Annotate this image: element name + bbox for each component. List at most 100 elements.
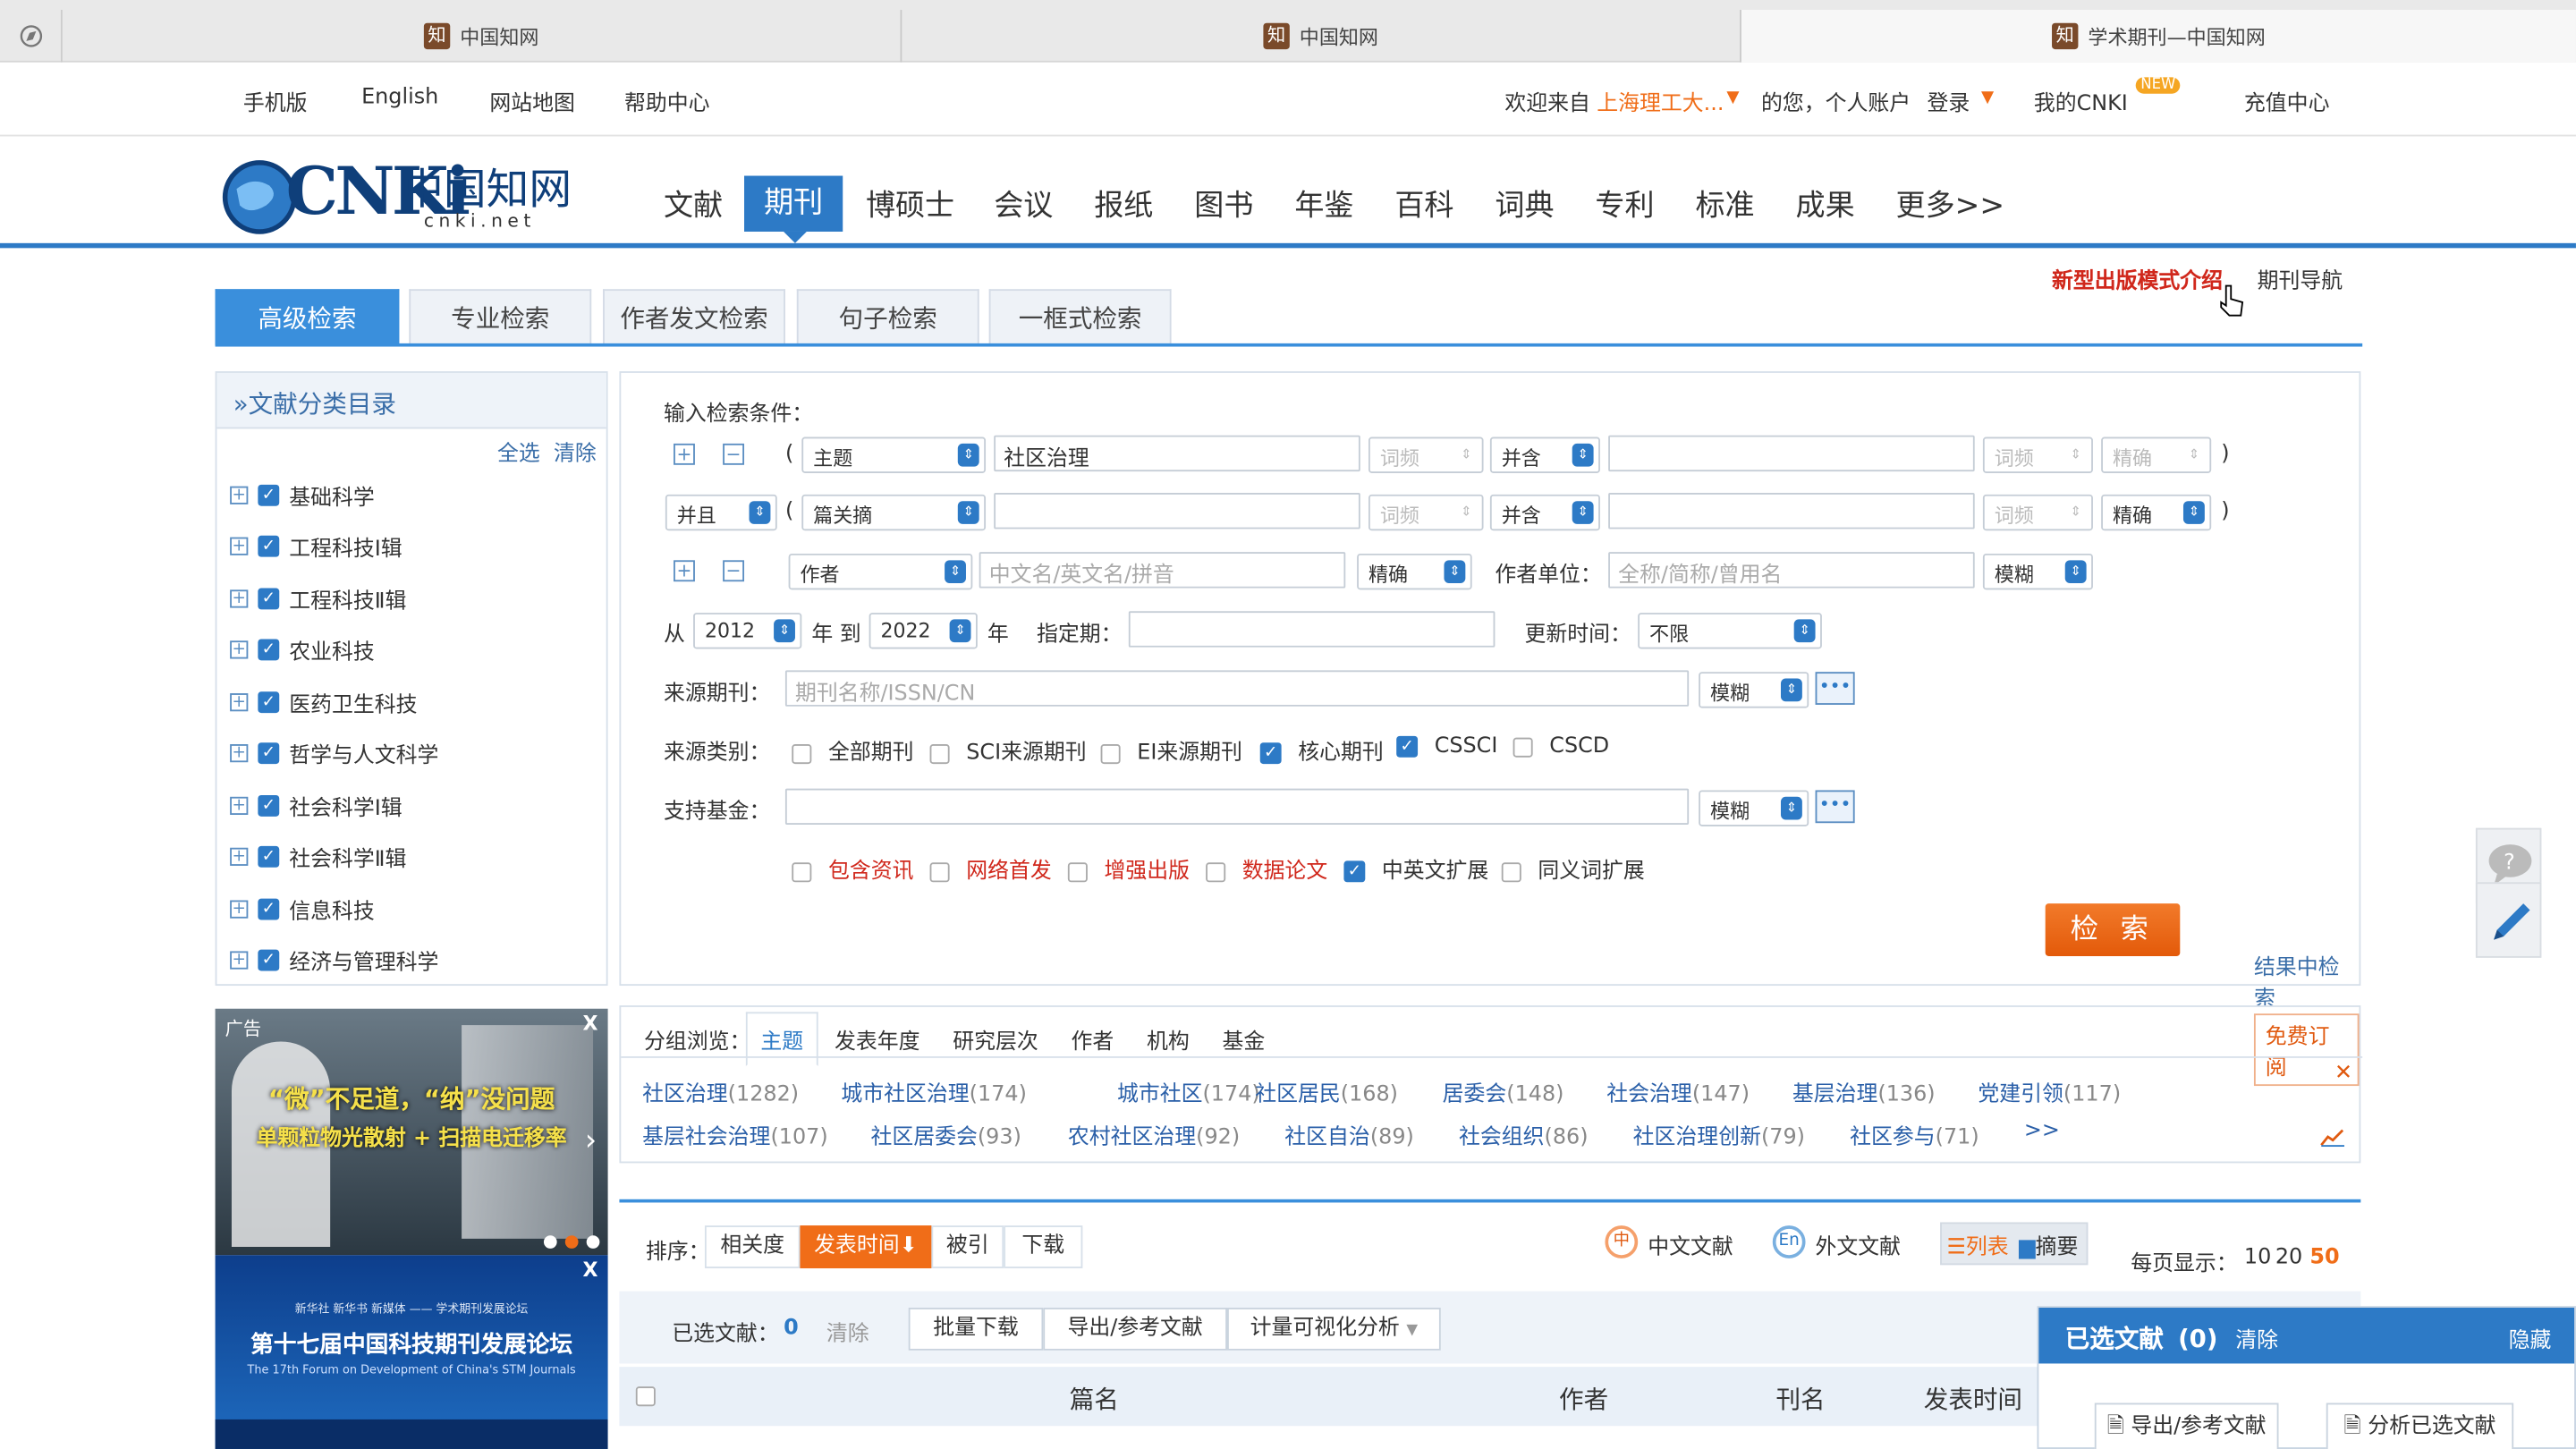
close-icon[interactable]: ✕ bbox=[2334, 1062, 2352, 1087]
select-all-checkbox[interactable] bbox=[635, 1386, 656, 1407]
checkbox-checked[interactable]: ✓ bbox=[258, 845, 280, 868]
keyword-input-3[interactable] bbox=[994, 493, 1360, 530]
freq-select[interactable]: 词频 ⇕ bbox=[1368, 436, 1484, 473]
op-select[interactable]: 并含 ⇕ bbox=[1489, 436, 1600, 473]
checkbox[interactable] bbox=[929, 743, 950, 764]
per-page-50[interactable]: 50 bbox=[2309, 1245, 2339, 1270]
selected-panel-hide[interactable]: 隐藏 bbox=[2509, 1323, 2552, 1354]
chinese-docs-link[interactable]: 中文文献 bbox=[1648, 1229, 1733, 1260]
freq-select[interactable]: 词频 ⇕ bbox=[1982, 436, 2093, 473]
recharge-link[interactable]: 充值中心 bbox=[2244, 86, 2330, 117]
nav-item[interactable]: 文献 bbox=[664, 182, 723, 225]
login-link[interactable]: 登录 bbox=[1927, 86, 1970, 117]
group-tab[interactable]: 机构 bbox=[1147, 1023, 1190, 1055]
group-tab[interactable]: 作者 bbox=[1072, 1023, 1114, 1055]
keyword-link[interactable]: 社会治理(147) bbox=[1606, 1076, 1750, 1107]
nav-item[interactable]: 成果 bbox=[1796, 182, 1855, 225]
export-button[interactable]: 导出/参考文献 bbox=[1043, 1308, 1228, 1351]
category-item[interactable]: + ✓ 工程科技Ⅱ辑 bbox=[230, 583, 406, 614]
link-help[interactable]: 帮助中心 bbox=[624, 86, 710, 117]
view-list-button[interactable]: ☰列表 bbox=[1946, 1229, 2008, 1260]
institution-link[interactable]: 上海理工大... bbox=[1597, 86, 1724, 117]
tab-sentence-search[interactable]: 句子检索 bbox=[796, 289, 979, 345]
keyword-link[interactable]: 社区参与(71) bbox=[1850, 1119, 1979, 1150]
nav-item-more[interactable]: 更多>> bbox=[1896, 182, 2005, 225]
cat-option-cssci[interactable]: ✓ CSSCI bbox=[1396, 734, 1497, 759]
chart-icon[interactable] bbox=[2319, 1125, 2345, 1148]
keyword-link[interactable]: 城市社区治理(174) bbox=[841, 1076, 1027, 1107]
group-tab[interactable]: 研究层次 bbox=[953, 1023, 1038, 1055]
keyword-link[interactable]: 社区治理创新(79) bbox=[1633, 1119, 1805, 1150]
clear-link[interactable]: 清除 bbox=[554, 442, 597, 467]
expand-icon[interactable]: + bbox=[230, 640, 249, 659]
freq-select[interactable]: 词频 ⇕ bbox=[1982, 494, 2093, 531]
column-date[interactable]: 发表时间 bbox=[1924, 1382, 2022, 1417]
more-keywords-link[interactable]: >> bbox=[2024, 1119, 2060, 1144]
category-item[interactable]: + ✓ 社会科学Ⅰ辑 bbox=[230, 790, 402, 821]
checkbox-checked[interactable]: ✓ bbox=[1259, 742, 1282, 765]
source-journal-input[interactable]: 期刊名称/ISSN/CN bbox=[784, 670, 1690, 707]
add-row-icon[interactable]: + bbox=[674, 443, 695, 465]
update-time-select[interactable]: 不限 ⇕ bbox=[1638, 613, 1822, 649]
chevron-right-icon[interactable]: › bbox=[585, 1123, 597, 1158]
nav-item[interactable]: 博硕士 bbox=[866, 182, 954, 225]
fixed-period-input[interactable] bbox=[1128, 611, 1496, 648]
visual-analysis-button[interactable]: 计量可视化分析 ▼ bbox=[1227, 1308, 1441, 1351]
checkbox-checked[interactable]: ✓ bbox=[1396, 735, 1419, 758]
checkbox[interactable] bbox=[1206, 861, 1226, 882]
extra-option[interactable]: 网络首发 bbox=[929, 852, 1052, 884]
checkbox-checked[interactable]: ✓ bbox=[258, 898, 280, 920]
journal-nav-link[interactable]: 期刊导航 bbox=[2258, 263, 2343, 294]
group-tab[interactable]: 基金 bbox=[1223, 1023, 1266, 1055]
checkbox-checked[interactable]: ✓ bbox=[258, 639, 280, 661]
author-match-select[interactable]: 精确 ⇕ bbox=[1357, 553, 1472, 590]
category-item[interactable]: + ✓ 经济与管理科学 bbox=[230, 945, 438, 976]
category-item[interactable]: + ✓ 医药卫生科技 bbox=[230, 687, 418, 718]
category-item[interactable]: + ✓ 农业科技 bbox=[230, 634, 375, 665]
extra-option[interactable]: ✓ 中英文扩展 bbox=[1343, 852, 1488, 884]
category-item[interactable]: + ✓ 基础科学 bbox=[230, 479, 375, 511]
author-input[interactable]: 中文名/英文名/拼音 bbox=[979, 552, 1346, 589]
link-sitemap[interactable]: 网站地图 bbox=[489, 86, 575, 117]
op-select[interactable]: 并含 ⇕ bbox=[1489, 494, 1600, 531]
tab-single-box-search[interactable]: 一框式检索 bbox=[988, 289, 1172, 345]
nav-item[interactable]: 百科 bbox=[1394, 182, 1453, 225]
keyword-input-4[interactable] bbox=[1608, 493, 1975, 530]
column-journal[interactable]: 刊名 bbox=[1775, 1382, 1825, 1417]
cnki-logo[interactable]: CNKi 中国知网 cnki.net bbox=[220, 153, 581, 239]
checkbox-checked[interactable]: ✓ bbox=[258, 691, 280, 714]
chevron-down-icon[interactable]: ▼ bbox=[1726, 89, 1739, 106]
logic-select[interactable]: 并且 ⇕ bbox=[665, 494, 777, 531]
keyword-link[interactable]: 居委会(148) bbox=[1443, 1076, 1564, 1107]
keyword-link[interactable]: 社区治理(1282) bbox=[642, 1076, 799, 1107]
checkbox[interactable] bbox=[1501, 861, 1521, 882]
panel-analyze-button[interactable]: 🗎 分析已选文献 bbox=[2326, 1402, 2514, 1449]
checkbox-checked[interactable]: ✓ bbox=[258, 588, 280, 610]
per-page-20[interactable]: 20 bbox=[2275, 1245, 2302, 1270]
group-tab[interactable]: 发表年度 bbox=[835, 1023, 920, 1055]
category-item[interactable]: + ✓ 哲学与人文科学 bbox=[230, 738, 438, 769]
extra-option[interactable]: 数据论文 bbox=[1206, 852, 1327, 884]
column-author[interactable]: 作者 bbox=[1559, 1382, 1608, 1417]
chevron-down-icon[interactable]: ▼ bbox=[1981, 89, 1994, 106]
tab-professional-search[interactable]: 专业检索 bbox=[409, 289, 592, 345]
extra-option[interactable]: 增强出版 bbox=[1067, 852, 1190, 884]
expand-icon[interactable]: + bbox=[230, 589, 249, 608]
cat-option-all[interactable]: 全部期刊 bbox=[792, 734, 913, 766]
nav-item-active[interactable]: 期刊 bbox=[744, 175, 843, 232]
search-button[interactable]: 检 索 bbox=[2045, 903, 2181, 956]
view-abstract-button[interactable]: ▆摘要 bbox=[2019, 1229, 2078, 1260]
panel-export-button[interactable]: 🗎 导出/参考文献 bbox=[2094, 1402, 2279, 1449]
selected-panel-clear[interactable]: 清除 bbox=[2235, 1329, 2278, 1354]
nav-item[interactable]: 专利 bbox=[1595, 182, 1654, 225]
category-item[interactable]: + ✓ 工程科技Ⅰ辑 bbox=[230, 530, 402, 562]
checkbox[interactable] bbox=[929, 861, 950, 882]
checkbox[interactable] bbox=[1513, 736, 1533, 757]
category-item[interactable]: + ✓ 社会科学Ⅱ辑 bbox=[230, 841, 406, 872]
clear-selected-link[interactable]: 清除 bbox=[826, 1316, 869, 1348]
carousel-dot[interactable] bbox=[586, 1235, 600, 1249]
match-select[interactable]: 精确 ⇕ bbox=[2101, 494, 2212, 531]
expand-icon[interactable]: + bbox=[230, 951, 249, 970]
link-mobile[interactable]: 手机版 bbox=[243, 86, 308, 117]
to-year-select[interactable]: 2022 ⇕ bbox=[869, 613, 978, 649]
